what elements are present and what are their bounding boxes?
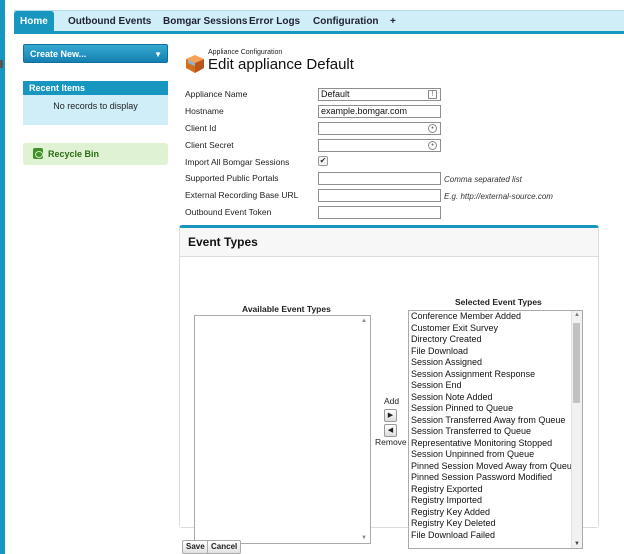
public-portals-input[interactable]	[318, 172, 441, 185]
list-item[interactable]: Registry Key Added	[409, 507, 571, 519]
left-accent-bar	[0, 0, 5, 554]
event-types-body: Available Event Types ▲ ▼ Add ▶ ◀ Remove…	[180, 256, 598, 549]
client-secret-label: Client Secret	[185, 140, 234, 150]
list-item[interactable]: Session Unpinned from Queue	[409, 449, 571, 461]
add-label: Add	[384, 396, 400, 406]
recycle-bin-icon	[33, 148, 43, 159]
available-event-types-label: Available Event Types	[242, 304, 331, 314]
recent-items-panel: Recent Items No records to display	[23, 81, 168, 125]
field-info-icon[interactable]: !	[428, 90, 437, 99]
tab-error-logs[interactable]: Error Logs	[245, 11, 304, 32]
hostname-value: example.bomgar.com	[321, 106, 408, 116]
public-portals-hint: Comma separated list	[444, 175, 522, 184]
recording-url-label: External Recording Base URL	[185, 190, 299, 200]
selected-event-types-label: Selected Event Types	[455, 297, 542, 307]
import-all-checkbox[interactable]: ✔	[318, 156, 328, 166]
list-item[interactable]: Session Pinned to Queue	[409, 403, 571, 415]
appliance-icon	[186, 55, 204, 73]
page-subtitle: Appliance Configuration	[208, 49, 283, 56]
remove-label: Remove	[375, 437, 407, 447]
list-item[interactable]: File Download	[409, 346, 571, 358]
chevron-down-icon: ▼	[154, 50, 162, 59]
list-item[interactable]: Directory Created	[409, 334, 571, 346]
list-item[interactable]: Registry Imported	[409, 495, 571, 507]
available-event-types-list[interactable]: ▲ ▼	[194, 315, 371, 544]
arrow-left-icon: ◀	[387, 427, 394, 434]
key-icon[interactable]: •	[428, 141, 437, 150]
scroll-down-icon[interactable]: ▼	[361, 535, 367, 541]
selected-event-types-list[interactable]: Conference Member Added Customer Exit Su…	[408, 310, 583, 549]
hostname-label: Hostname	[185, 106, 224, 116]
recording-url-input[interactable]	[318, 189, 441, 202]
recycle-bin-link[interactable]: Recycle Bin	[23, 143, 168, 165]
list-item[interactable]: Session Transferred to Queue	[409, 426, 571, 438]
collapse-handle[interactable]	[0, 60, 3, 68]
list-item[interactable]: Customer Exit Survey	[409, 323, 571, 335]
hostname-input[interactable]: example.bomgar.com	[318, 105, 441, 118]
import-all-label: Import All Bomgar Sessions	[185, 157, 290, 167]
tab-home[interactable]: Home	[14, 11, 54, 32]
scroll-up-icon[interactable]: ▲	[574, 312, 580, 318]
client-secret-input[interactable]: •	[318, 139, 441, 152]
public-portals-label: Supported Public Portals	[185, 173, 279, 183]
arrow-right-icon: ▶	[387, 412, 394, 419]
recording-url-hint: E.g. http://external-source.com	[444, 192, 553, 201]
list-item[interactable]: Registry Exported	[409, 484, 571, 496]
client-id-label: Client Id	[185, 123, 217, 133]
list-item[interactable]: Conference Member Added	[409, 311, 571, 323]
list-item[interactable]: Representative Monitoring Stopped	[409, 438, 571, 450]
list-item[interactable]: Session Transferred Away from Queue	[409, 415, 571, 427]
selected-list-scrollbar[interactable]: ▲ ▼	[571, 311, 582, 548]
save-button[interactable]: Save	[182, 540, 209, 554]
client-id-input[interactable]: •	[318, 122, 441, 135]
event-token-label: Outbound Event Token	[185, 207, 272, 217]
list-item[interactable]: Session Note Added	[409, 392, 571, 404]
event-types-panel: Event Types Available Event Types ▲ ▼ Ad…	[179, 225, 599, 549]
appliance-name-label: Appliance Name	[185, 89, 248, 99]
scroll-down-icon[interactable]: ▼	[574, 541, 580, 547]
event-token-input[interactable]	[318, 206, 441, 219]
list-item[interactable]: Registry Key Deleted	[409, 518, 571, 530]
tab-bar: Home Outbound Events Bomgar Sessions Err…	[14, 10, 624, 34]
scrollbar-thumb[interactable]	[573, 323, 580, 403]
create-new-button[interactable]: Create New... ▼	[23, 44, 168, 63]
appliance-name-input[interactable]: Default !	[318, 88, 441, 101]
cancel-button[interactable]: Cancel	[207, 540, 242, 554]
add-button[interactable]: ▶	[384, 409, 397, 422]
list-item[interactable]: Pinned Session Password Modified	[409, 472, 571, 484]
create-new-label: Create New...	[30, 49, 87, 59]
remove-button[interactable]: ◀	[384, 424, 397, 437]
event-types-title: Event Types	[188, 235, 258, 249]
recycle-bin-label: Recycle Bin	[48, 149, 100, 159]
tab-bomgar-sessions[interactable]: Bomgar Sessions	[159, 11, 251, 32]
tab-outbound-events[interactable]: Outbound Events	[64, 11, 155, 32]
recent-items-title: Recent Items	[23, 81, 168, 95]
list-item[interactable]: Session End	[409, 380, 571, 392]
page-title: Edit appliance Default	[208, 56, 354, 73]
tab-add-plus[interactable]: +	[386, 11, 400, 32]
tab-configuration[interactable]: Configuration	[309, 11, 383, 32]
recent-items-empty: No records to display	[53, 101, 138, 111]
list-item[interactable]: Session Assigned	[409, 357, 571, 369]
appliance-name-value: Default	[321, 89, 350, 99]
list-item[interactable]: Session Assignment Response	[409, 369, 571, 381]
scroll-up-icon[interactable]: ▲	[361, 318, 367, 324]
list-item[interactable]: Pinned Session Moved Away from Queue	[409, 461, 571, 473]
list-item[interactable]: File Download Failed	[409, 530, 571, 542]
key-icon[interactable]: •	[428, 124, 437, 133]
